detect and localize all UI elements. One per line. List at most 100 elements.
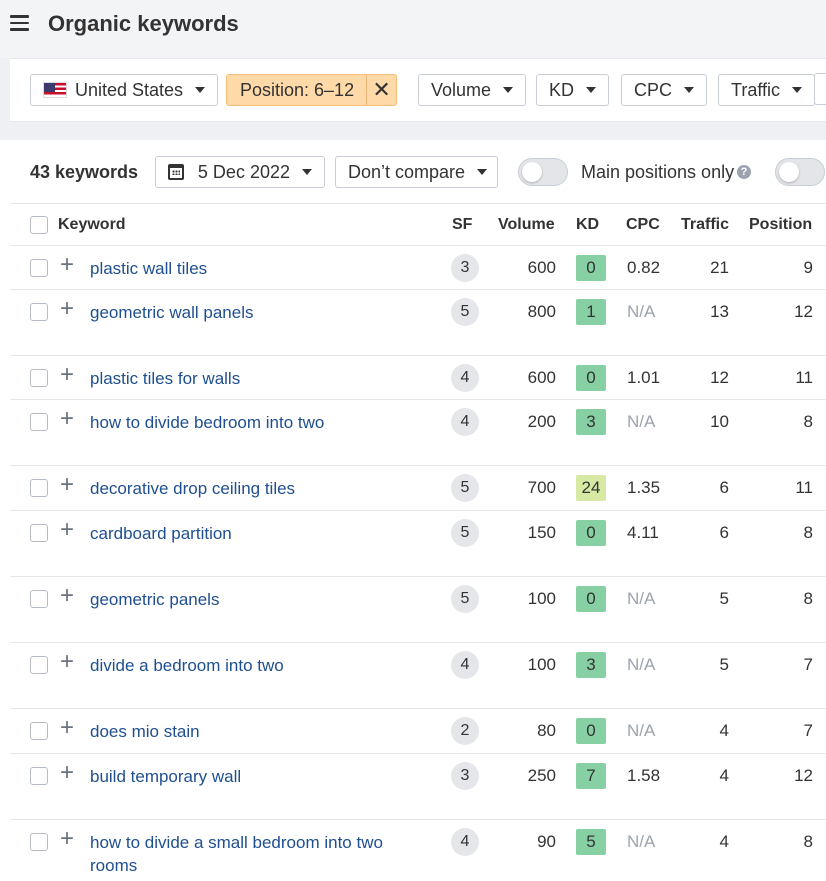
cpc-value: N/A xyxy=(627,412,656,431)
chevron-down-icon xyxy=(195,87,206,93)
row-checkbox[interactable] xyxy=(30,369,48,387)
kd-filter[interactable]: KD xyxy=(536,74,610,106)
position-value: 8 xyxy=(803,412,813,431)
keyword-link[interactable]: how to divide a small bedroom into two r… xyxy=(90,831,410,877)
table-row: + cardboard partition 5 150 0 4.11 6 8 xyxy=(10,511,826,577)
row-checkbox[interactable] xyxy=(30,303,48,321)
traffic-value: 4 xyxy=(719,721,729,740)
serp-features-count[interactable]: 5 xyxy=(451,519,479,547)
traffic-value: 10 xyxy=(710,412,729,431)
keyword-link[interactable]: plastic wall tiles xyxy=(90,257,410,280)
column-header-cpc[interactable]: CPC xyxy=(626,216,660,234)
cpc-value: 1.58 xyxy=(627,766,661,785)
add-keyword-icon[interactable]: + xyxy=(60,518,74,542)
keyword-link[interactable]: geometric wall panels xyxy=(90,301,410,324)
column-header-sf[interactable]: SF xyxy=(452,216,472,234)
column-header-keyword[interactable]: Keyword xyxy=(58,216,126,234)
serp-features-count[interactable]: 5 xyxy=(451,298,479,326)
row-checkbox[interactable] xyxy=(30,259,48,277)
row-checkbox[interactable] xyxy=(30,524,48,542)
add-keyword-icon[interactable]: + xyxy=(60,650,74,674)
kd-badge: 1 xyxy=(576,299,606,325)
row-checkbox[interactable] xyxy=(30,590,48,608)
keyword-link[interactable]: geometric panels xyxy=(90,588,410,611)
chevron-down-icon xyxy=(792,87,803,93)
kd-badge: 0 xyxy=(576,586,606,612)
column-header-volume[interactable]: Volume xyxy=(498,216,555,234)
hamburger-menu-icon[interactable] xyxy=(10,15,29,31)
close-icon[interactable]: ✕ xyxy=(366,75,396,105)
traffic-value: 13 xyxy=(710,302,729,321)
add-keyword-icon[interactable]: + xyxy=(60,473,74,497)
traffic-filter[interactable]: Traffic xyxy=(718,74,816,106)
volume-value: 200 xyxy=(527,412,556,431)
table-row: + build temporary wall 3 250 7 1.58 4 12 xyxy=(10,754,826,820)
compare-dropdown[interactable]: Don’t compare xyxy=(335,156,498,188)
row-checkbox[interactable] xyxy=(30,413,48,431)
keyword-link[interactable]: how to divide bedroom into two xyxy=(90,411,410,434)
serp-features-count[interactable]: 4 xyxy=(451,828,479,856)
help-icon[interactable]: ? xyxy=(737,165,751,179)
serp-features-count[interactable]: 5 xyxy=(451,474,479,502)
serp-features-count[interactable]: 4 xyxy=(451,651,479,679)
column-header-traffic[interactable]: Traffic xyxy=(681,216,729,234)
table-header: Keyword SF Volume KD CPC Traffic Positio… xyxy=(10,204,826,246)
volume-value: 250 xyxy=(527,766,556,785)
date-label: 5 Dec 2022 xyxy=(197,161,290,182)
serp-features-count[interactable]: 3 xyxy=(451,254,479,282)
keyword-link[interactable]: divide a bedroom into two xyxy=(90,654,410,677)
more-filters-button[interactable] xyxy=(814,73,826,105)
add-keyword-icon[interactable]: + xyxy=(60,253,74,277)
country-filter[interactable]: United States xyxy=(30,74,219,106)
keyword-link[interactable]: build temporary wall xyxy=(90,765,410,788)
add-keyword-icon[interactable]: + xyxy=(60,407,74,431)
row-checkbox[interactable] xyxy=(30,767,48,785)
serp-features-count[interactable]: 4 xyxy=(451,364,479,392)
add-keyword-icon[interactable]: + xyxy=(60,827,74,851)
chevron-down-icon xyxy=(302,169,312,175)
compare-label: Don’t compare xyxy=(348,161,466,182)
position-value: 8 xyxy=(803,589,813,608)
keyword-count: 43 keywords xyxy=(30,162,139,182)
keyword-link[interactable]: does mio stain xyxy=(90,720,410,743)
table-row: + geometric wall panels 5 800 1 N/A 13 12 xyxy=(10,290,826,356)
table-row: + how to divide a small bedroom into two … xyxy=(10,820,826,881)
table-row: + plastic wall tiles 3 600 0 0.82 21 9 xyxy=(10,246,826,290)
top-bar: Organic keywords xyxy=(0,0,826,58)
kd-badge: 7 xyxy=(576,763,606,789)
serp-features-count[interactable]: 4 xyxy=(451,408,479,436)
compare-toggle[interactable] xyxy=(518,158,568,186)
position-filter-chip[interactable]: Position: 6–12 ✕ xyxy=(226,74,398,106)
add-keyword-icon[interactable]: + xyxy=(60,761,74,785)
add-keyword-icon[interactable]: + xyxy=(60,363,74,387)
us-flag-icon xyxy=(43,82,67,98)
row-checkbox[interactable] xyxy=(30,656,48,674)
add-keyword-icon[interactable]: + xyxy=(60,716,74,740)
position-value: 11 xyxy=(795,368,813,387)
traffic-value: 5 xyxy=(719,655,729,674)
keyword-link[interactable]: cardboard partition xyxy=(90,522,410,545)
column-header-kd[interactable]: KD xyxy=(576,216,599,234)
keyword-link[interactable]: plastic tiles for walls xyxy=(90,367,410,390)
add-keyword-icon[interactable]: + xyxy=(60,297,74,321)
position-value: 8 xyxy=(803,832,813,851)
main-positions-toggle[interactable] xyxy=(775,158,825,186)
kd-badge: 0 xyxy=(576,365,606,391)
cpc-value: 1.01 xyxy=(627,368,661,387)
select-all-checkbox[interactable] xyxy=(30,216,48,234)
serp-features-count[interactable]: 5 xyxy=(451,585,479,613)
cpc-filter[interactable]: CPC xyxy=(621,74,708,106)
keyword-link[interactable]: decorative drop ceiling tiles xyxy=(90,477,410,500)
date-picker[interactable]: 5 Dec 2022 xyxy=(155,156,325,188)
position-value: 7 xyxy=(803,655,813,674)
chevron-down-icon xyxy=(586,87,597,93)
serp-features-count[interactable]: 2 xyxy=(451,717,479,745)
volume-filter[interactable]: Volume xyxy=(418,74,527,106)
row-checkbox[interactable] xyxy=(30,722,48,740)
table-row: + how to divide bedroom into two 4 200 3 N/A 1… xyxy=(10,400,826,466)
column-header-position[interactable]: Position xyxy=(749,216,812,234)
serp-features-count[interactable]: 3 xyxy=(451,762,479,790)
add-keyword-icon[interactable]: + xyxy=(60,584,74,608)
row-checkbox[interactable] xyxy=(30,833,48,851)
row-checkbox[interactable] xyxy=(30,479,48,497)
